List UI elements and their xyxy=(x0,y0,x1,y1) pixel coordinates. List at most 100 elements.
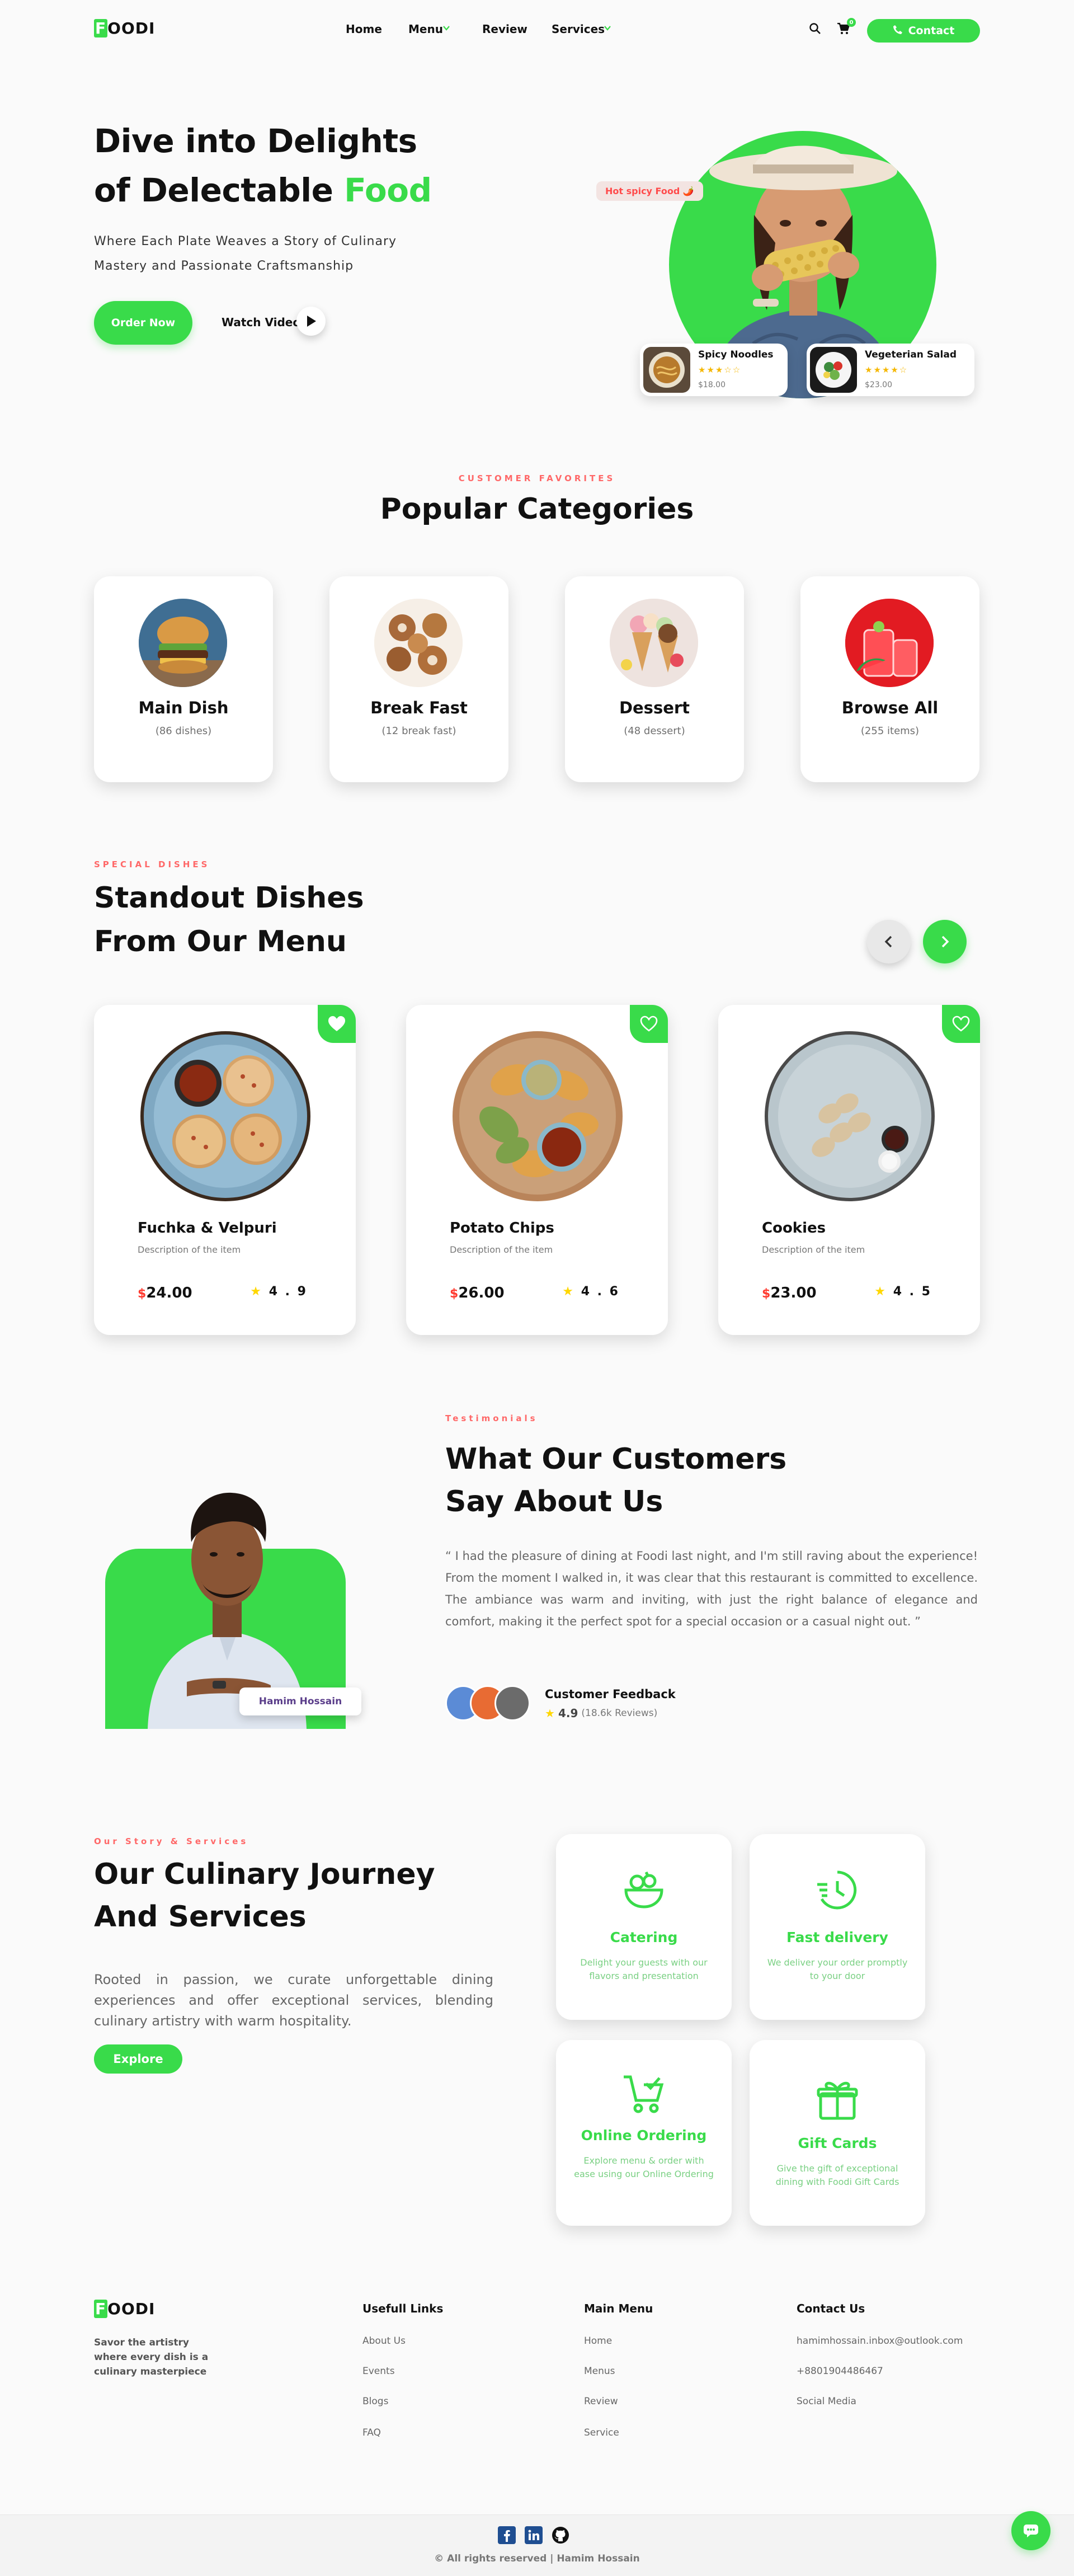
watch-video-label[interactable]: Watch Video xyxy=(222,316,300,329)
category-card-browse-all[interactable]: Browse All (255 items) xyxy=(800,576,979,782)
hero-section: Dive into Delights of Delectable Food Wh… xyxy=(0,62,1074,431)
mini-card-price: $23.00 xyxy=(865,380,892,389)
dish-name: Fuchka & Velpuri xyxy=(138,1220,277,1237)
nav-home[interactable]: Home xyxy=(346,22,382,36)
noodles-thumbnail xyxy=(643,347,690,393)
chevron-down-icon[interactable] xyxy=(603,23,612,35)
hero-subtitle: Where Each Plate Weaves a Story of Culin… xyxy=(94,229,397,279)
category-count: (12 break fast) xyxy=(381,725,456,737)
favorite-button[interactable] xyxy=(942,1005,980,1043)
customer-rating: ★ 4.9 (18.6k Reviews) xyxy=(545,1707,658,1720)
footer-link-events[interactable]: Events xyxy=(362,2366,395,2377)
footer-link-faq[interactable]: FAQ xyxy=(362,2427,381,2438)
categories-subtitle: Customer Favorites xyxy=(458,473,616,483)
category-card-break-fast[interactable]: Break Fast (12 break fast) xyxy=(329,576,508,782)
hero-subtitle-line1: Where Each Plate Weaves a Story of Culin… xyxy=(94,234,397,248)
copyright-text: © All rights reserved | Hamim Hossain xyxy=(434,2553,640,2564)
hot-spicy-tag: Hot spicy Food 🌶️ xyxy=(596,181,703,201)
dish-price: $24.00 xyxy=(138,1285,192,1301)
chevron-left-icon xyxy=(884,936,892,948)
footer-link-menus[interactable]: Menus xyxy=(584,2366,615,2377)
special-title-line1: Standout Dishes xyxy=(94,881,364,915)
social-icons xyxy=(498,2526,569,2546)
footer-heading-contact: Contact Us xyxy=(797,2302,865,2315)
services-subtitle: Our Story & Services xyxy=(94,1836,249,1846)
chat-button[interactable] xyxy=(1011,2511,1051,2550)
services-title: Our Culinary Journey And Services xyxy=(94,1853,435,1938)
logo-mark: F xyxy=(94,2300,108,2318)
services-description: Rooted in passion, we curate unforgettab… xyxy=(94,1972,493,2029)
dish-name: Cookies xyxy=(762,1220,826,1237)
dish-description: Description of the item xyxy=(762,1244,865,1255)
footer-link-blogs[interactable]: Blogs xyxy=(362,2396,388,2407)
logo[interactable]: F OODI xyxy=(94,19,155,37)
footer-contact-social[interactable]: Social Media xyxy=(797,2396,856,2407)
category-count: (48 dessert) xyxy=(624,725,685,737)
drinks-image xyxy=(845,599,934,687)
footer-link-service[interactable]: Service xyxy=(584,2427,619,2438)
footer-tagline: Savor the artistry where every dish is a… xyxy=(94,2337,209,2377)
service-card-gift-cards[interactable]: Gift Cards Give the gift of exceptional … xyxy=(750,2040,925,2226)
categories-title: Popular Categories xyxy=(380,492,694,526)
github-icon[interactable] xyxy=(552,2526,569,2546)
footer-link-home[interactable]: Home xyxy=(584,2335,612,2347)
testimonial-quote: “ I had the pleasure of dining at Foodi … xyxy=(445,1549,978,1628)
avatar xyxy=(494,1685,530,1721)
testimonial-name-tag: Hamim Hossain xyxy=(239,1687,361,1715)
testimonials-title-line1: What Our Customers xyxy=(445,1442,787,1476)
service-description: Explore menu & order with ease using our… xyxy=(574,2155,714,2179)
service-card-fast-delivery[interactable]: Fast delivery We deliver your order prom… xyxy=(750,1834,925,2020)
play-button[interactable] xyxy=(296,307,326,336)
chevron-down-icon[interactable] xyxy=(442,23,451,35)
carousel-next-button[interactable] xyxy=(923,920,967,963)
dish-description: Description of the item xyxy=(450,1244,553,1255)
footer-link-review[interactable]: Review xyxy=(584,2396,618,2407)
gift-icon xyxy=(815,2077,860,2124)
cookies-image xyxy=(763,1030,936,1203)
service-card-catering[interactable]: Catering Delight your guests with our fl… xyxy=(556,1834,732,2020)
contact-button[interactable]: Contact xyxy=(867,19,980,43)
category-title: Break Fast xyxy=(370,698,468,717)
service-title: Online Ordering xyxy=(581,2127,707,2143)
category-card-dessert[interactable]: Dessert (48 dessert) xyxy=(565,576,744,782)
carousel-prev-button[interactable] xyxy=(867,920,911,963)
services-title-line2: And Services xyxy=(94,1900,307,1934)
facebook-icon[interactable] xyxy=(498,2526,516,2546)
dish-card-cookies[interactable]: Cookies Description of the item $23.00 ★… xyxy=(718,1005,980,1335)
nav-review[interactable]: Review xyxy=(482,22,527,36)
mini-card-spicy-noodles[interactable]: Spicy Noodles ★★★☆☆ $18.00 xyxy=(640,344,788,396)
special-title-line2: From Our Menu xyxy=(94,925,347,958)
search-icon[interactable] xyxy=(809,22,821,37)
footer-contact-email[interactable]: hamimhossain.inbox@outlook.com xyxy=(797,2335,963,2347)
nav-services[interactable]: Services xyxy=(552,22,605,36)
star-icon: ★ xyxy=(874,1285,888,1299)
linkedin-icon[interactable] xyxy=(525,2526,543,2546)
footer-logo[interactable]: F OODI xyxy=(94,2300,155,2318)
category-title: Main Dish xyxy=(138,698,229,717)
service-card-online-ordering[interactable]: Online Ordering Explore menu & order wit… xyxy=(556,2040,732,2226)
logo-text: OODI xyxy=(107,2300,156,2318)
contact-label: Contact xyxy=(908,25,955,37)
mini-card-price: $18.00 xyxy=(698,380,726,389)
dish-rating: ★ 4 . 9 xyxy=(250,1285,308,1299)
category-card-main-dish[interactable]: Main Dish (86 dishes) xyxy=(94,576,273,782)
mini-card-stars: ★★★☆☆ xyxy=(698,365,742,375)
testimonials-title-line2: Say About Us xyxy=(445,1485,663,1519)
special-title: Standout Dishes From Our Menu xyxy=(94,876,364,963)
dish-card-potato-chips[interactable]: Potato Chips Description of the item $26… xyxy=(406,1005,668,1335)
services-title-line1: Our Culinary Journey xyxy=(94,1858,435,1891)
cart-badge: 0 xyxy=(847,18,856,27)
category-count: (86 dishes) xyxy=(155,725,212,737)
logo-mark: F xyxy=(94,19,108,37)
footer-contact-phone[interactable]: +8801904486467 xyxy=(797,2366,883,2377)
chat-icon xyxy=(1024,2525,1038,2537)
mini-card-stars: ★★★★☆ xyxy=(865,365,908,375)
favorite-button[interactable] xyxy=(630,1005,668,1043)
nav-menu[interactable]: Menu xyxy=(408,22,443,36)
favorite-button[interactable] xyxy=(318,1005,356,1043)
mini-card-vegeterian-salad[interactable]: Vegeterian Salad ★★★★☆ $23.00 xyxy=(807,344,974,396)
order-now-button[interactable]: Order Now xyxy=(94,301,192,345)
dish-card-fuchka[interactable]: Fuchka & Velpuri Description of the item… xyxy=(94,1005,356,1335)
explore-button[interactable]: Explore xyxy=(94,2044,182,2074)
footer-link-about[interactable]: About Us xyxy=(362,2335,406,2347)
